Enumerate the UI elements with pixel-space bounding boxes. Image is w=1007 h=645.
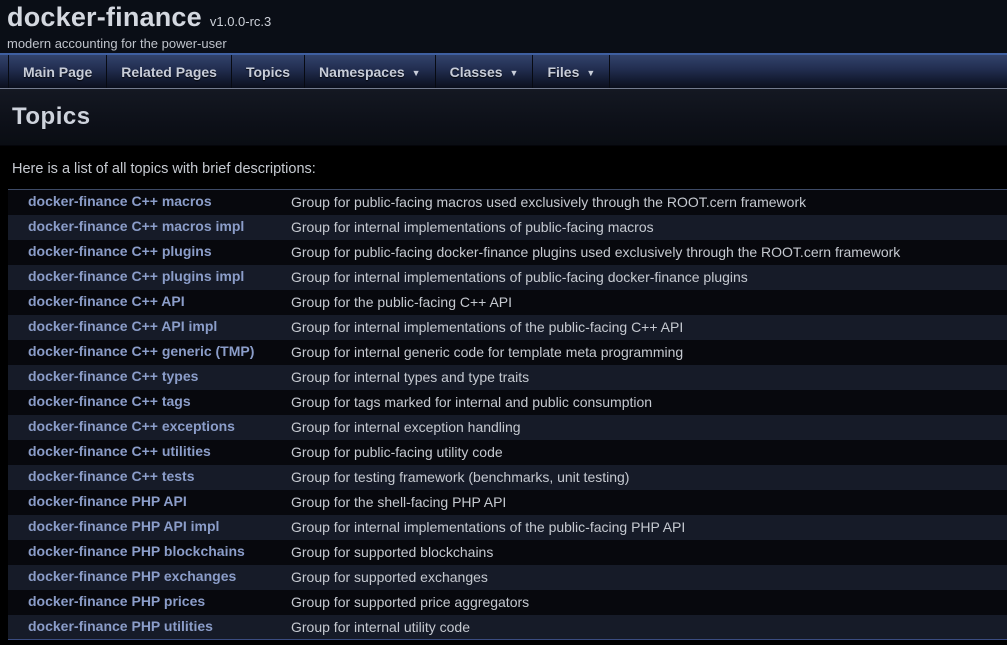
intro-text: Here is a list of all topics with brief … (0, 146, 1007, 177)
topic-link[interactable]: docker-finance PHP blockchains (28, 543, 245, 559)
project-name-row: docker-finance v1.0.0-rc.3 (7, 2, 1007, 33)
topic-link[interactable]: docker-finance PHP prices (28, 593, 205, 609)
topic-row: docker-finance C++ exceptions Group for … (8, 415, 1007, 440)
topic-link[interactable]: docker-finance C++ macros (28, 193, 212, 209)
topic-name-cell: docker-finance C++ plugins impl (8, 265, 291, 290)
topic-description: Group for public-facing macros used excl… (291, 190, 1007, 215)
topic-description: Group for public-facing utility code (291, 440, 1007, 465)
topic-name-cell: docker-finance C++ generic (TMP) (8, 340, 291, 365)
topic-description: Group for internal implementations of pu… (291, 265, 1007, 290)
nav-tab-label: Classes (450, 64, 503, 80)
topic-link[interactable]: docker-finance C++ exceptions (28, 418, 235, 434)
topic-description: Group for supported blockchains (291, 540, 1007, 565)
topic-name-cell: docker-finance PHP API impl (8, 515, 291, 540)
topic-row: docker-finance C++ generic (TMP) Group f… (8, 340, 1007, 365)
nav-tab-main-page[interactable]: Main Page (8, 55, 106, 88)
topic-name-cell: docker-finance PHP blockchains (8, 540, 291, 565)
topic-name-cell: docker-finance PHP utilities (8, 615, 291, 640)
nav-tab-label: Main Page (23, 64, 92, 80)
topic-name-cell: docker-finance PHP exchanges (8, 565, 291, 590)
topic-name-cell: docker-finance C++ macros impl (8, 215, 291, 240)
topic-name-cell: docker-finance C++ exceptions (8, 415, 291, 440)
topic-link[interactable]: docker-finance PHP API (28, 493, 187, 509)
topic-link[interactable]: docker-finance C++ utilities (28, 443, 211, 459)
topic-link[interactable]: docker-finance C++ API (28, 293, 185, 309)
topic-row: docker-finance C++ types Group for inter… (8, 365, 1007, 390)
topic-name-cell: docker-finance C++ API (8, 290, 291, 315)
nav-tab-list: Main Page Related Pages Topics Namespace… (0, 55, 1007, 88)
topic-row: docker-finance C++ utilities Group for p… (8, 440, 1007, 465)
title-area: docker-finance v1.0.0-rc.3 modern accoun… (0, 0, 1007, 53)
topic-name-cell: docker-finance C++ API impl (8, 315, 291, 340)
topic-name-cell: docker-finance C++ tags (8, 390, 291, 415)
topic-name-cell: docker-finance C++ tests (8, 465, 291, 490)
main-nav-bar: Main Page Related Pages Topics Namespace… (0, 53, 1007, 89)
topic-description: Group for the shell-facing PHP API (291, 490, 1007, 515)
chevron-down-icon: ▼ (510, 68, 519, 78)
topic-description: Group for internal generic code for temp… (291, 340, 1007, 365)
topic-description: Group for supported price aggregators (291, 590, 1007, 615)
nav-tab-related-pages[interactable]: Related Pages (106, 55, 231, 88)
topic-link[interactable]: docker-finance C++ generic (TMP) (28, 343, 254, 359)
chevron-down-icon: ▼ (586, 68, 595, 78)
topic-description: Group for internal utility code (291, 615, 1007, 640)
topic-description: Group for public-facing docker-finance p… (291, 240, 1007, 265)
nav-tab-classes[interactable]: Classes ▼ (435, 55, 533, 88)
topic-description: Group for supported exchanges (291, 565, 1007, 590)
project-name: docker-finance (7, 2, 202, 33)
topic-row: docker-finance C++ plugins impl Group fo… (8, 265, 1007, 290)
topic-row: docker-finance C++ tests Group for testi… (8, 465, 1007, 490)
nav-tab-label: Namespaces (319, 64, 405, 80)
project-brief: modern accounting for the power-user (7, 36, 1007, 51)
topic-row: docker-finance PHP API impl Group for in… (8, 515, 1007, 540)
topic-link[interactable]: docker-finance C++ API impl (28, 318, 217, 334)
topic-link[interactable]: docker-finance C++ tests (28, 468, 195, 484)
topic-description: Group for internal implementations of th… (291, 315, 1007, 340)
topic-row: docker-finance C++ API Group for the pub… (8, 290, 1007, 315)
topic-link[interactable]: docker-finance C++ tags (28, 393, 191, 409)
topic-description: Group for internal types and type traits (291, 365, 1007, 390)
topic-row: docker-finance C++ plugins Group for pub… (8, 240, 1007, 265)
topic-row: docker-finance C++ tags Group for tags m… (8, 390, 1007, 415)
nav-tab-label: Topics (246, 64, 290, 80)
topic-row: docker-finance PHP prices Group for supp… (8, 590, 1007, 615)
topic-description: Group for tags marked for internal and p… (291, 390, 1007, 415)
topic-row: docker-finance C++ macros Group for publ… (8, 190, 1007, 215)
project-version: v1.0.0-rc.3 (210, 14, 271, 29)
topic-link[interactable]: docker-finance PHP utilities (28, 618, 213, 634)
topic-link[interactable]: docker-finance PHP exchanges (28, 568, 236, 584)
chevron-down-icon: ▼ (412, 68, 421, 78)
topic-name-cell: docker-finance C++ utilities (8, 440, 291, 465)
topic-name-cell: docker-finance PHP API (8, 490, 291, 515)
page-header-band: Topics (0, 89, 1007, 146)
nav-tab-label: Files (547, 64, 579, 80)
topic-link[interactable]: docker-finance C++ macros impl (28, 218, 244, 234)
topic-description: Group for testing framework (benchmarks,… (291, 465, 1007, 490)
topic-description: Group for internal exception handling (291, 415, 1007, 440)
topic-name-cell: docker-finance C++ macros (8, 190, 291, 215)
topic-name-cell: docker-finance PHP prices (8, 590, 291, 615)
nav-tab-namespaces[interactable]: Namespaces ▼ (304, 55, 435, 88)
topics-table: docker-finance C++ macros Group for publ… (8, 189, 1007, 640)
topic-description: Group for internal implementations of th… (291, 515, 1007, 540)
topic-name-cell: docker-finance C++ types (8, 365, 291, 390)
topic-row: docker-finance PHP blockchains Group for… (8, 540, 1007, 565)
topic-row: docker-finance PHP utilities Group for i… (8, 615, 1007, 640)
topic-link[interactable]: docker-finance PHP API impl (28, 518, 219, 534)
page-contents: Here is a list of all topics with brief … (0, 146, 1007, 640)
topic-name-cell: docker-finance C++ plugins (8, 240, 291, 265)
topic-row: docker-finance C++ macros impl Group for… (8, 215, 1007, 240)
page-title: Topics (12, 103, 91, 131)
nav-tab-files[interactable]: Files ▼ (532, 55, 610, 88)
topic-link[interactable]: docker-finance C++ plugins (28, 243, 212, 259)
topic-link[interactable]: docker-finance C++ plugins impl (28, 268, 244, 284)
topic-description: Group for the public-facing C++ API (291, 290, 1007, 315)
nav-tab-label: Related Pages (121, 64, 217, 80)
topic-link[interactable]: docker-finance C++ types (28, 368, 198, 384)
topic-row: docker-finance PHP API Group for the she… (8, 490, 1007, 515)
topic-row: docker-finance C++ API impl Group for in… (8, 315, 1007, 340)
topic-row: docker-finance PHP exchanges Group for s… (8, 565, 1007, 590)
topic-description: Group for internal implementations of pu… (291, 215, 1007, 240)
nav-tab-topics[interactable]: Topics (231, 55, 304, 88)
